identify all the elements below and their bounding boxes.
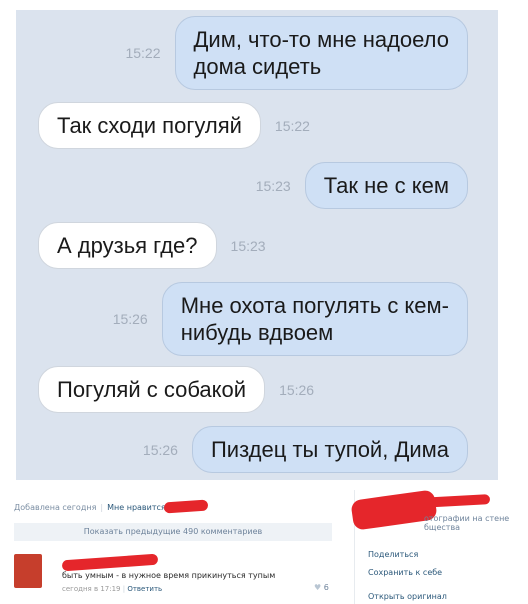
message-bubble: Пиздец ты тупой, Дима bbox=[191, 426, 468, 473]
message-bubble: Дим, что-то мне надоело дома сидеть bbox=[174, 16, 468, 90]
comment-likes[interactable]: ♥ 6 bbox=[314, 583, 329, 592]
added-date: Добавлена сегодня bbox=[14, 503, 97, 512]
message-time: 15:26 bbox=[142, 441, 178, 458]
message-time: 15:22 bbox=[125, 45, 161, 61]
heart-icon: ♥ bbox=[314, 583, 322, 592]
message-text-line: Дим, что-то мне надоело bbox=[193, 27, 449, 52]
redaction-scribble bbox=[61, 553, 159, 572]
message-outgoing: 15:23 Так не с кем bbox=[256, 162, 468, 209]
message-text-line: Мне охота погулять с кем- bbox=[180, 293, 449, 318]
message-time: 15:26 bbox=[112, 311, 148, 327]
post-footer: Добавлена сегодня | Мне нравится Показать … bbox=[0, 482, 528, 604]
likes-count: 6 bbox=[323, 583, 329, 592]
message-time: 15:23 bbox=[230, 237, 266, 254]
avatar[interactable] bbox=[14, 554, 42, 588]
message-outgoing: 15:26 Мне охота погулять с кем- нибудь в… bbox=[113, 282, 468, 356]
message-text: Погуляй с собакой bbox=[57, 377, 247, 402]
chat-screenshot: 15:22 Дим, что-то мне надоело дома сидет… bbox=[16, 10, 498, 480]
message-text-line: дома сидеть bbox=[193, 54, 322, 79]
message-text: Пиздец ты тупой, Дима bbox=[210, 437, 449, 462]
message-bubble: Мне охота погулять с кем- нибудь вдвоем bbox=[161, 282, 468, 356]
message-incoming: А друзья где? 15:23 bbox=[38, 222, 266, 269]
comment-text: быть умным - в нужное время прикинуться … bbox=[62, 571, 276, 580]
comment-meta: сегодня в 17:19 | Ответить bbox=[62, 585, 163, 593]
photo-source-line: отографии на стене bbox=[424, 514, 510, 523]
photo-source-line: бщества bbox=[424, 523, 461, 532]
message-text: А друзья где? bbox=[57, 233, 198, 258]
reply-link[interactable]: Ответить bbox=[127, 585, 162, 593]
message-outgoing: 15:22 Дим, что-то мне надоело дома сидет… bbox=[125, 16, 468, 90]
message-time: 15:22 bbox=[274, 117, 310, 134]
message-bubble: А друзья где? bbox=[38, 222, 217, 269]
message-outgoing: 15:26 Пиздец ты тупой, Дима bbox=[143, 426, 468, 473]
open-original-link[interactable]: Открыть оригинал bbox=[368, 592, 447, 601]
message-incoming: Так сходи погуляй 15:22 bbox=[38, 102, 310, 149]
message-time: 15:26 bbox=[279, 381, 315, 398]
message-bubble: Погуляй с собакой bbox=[38, 366, 266, 413]
post-meta: Добавлена сегодня | Мне нравится bbox=[14, 503, 166, 512]
message-bubble: Так не с кем bbox=[304, 162, 468, 209]
share-link[interactable]: Поделиться bbox=[368, 550, 418, 559]
photo-source: отографии на стене бщества bbox=[424, 514, 509, 532]
message-text: Так сходи погуляй bbox=[57, 113, 242, 138]
message-text-line: нибудь вдвоем bbox=[180, 320, 334, 345]
comment-time: сегодня в 17:19 bbox=[62, 585, 121, 593]
save-link[interactable]: Сохранить к себе bbox=[368, 568, 442, 577]
message-incoming: Погуляй с собакой 15:26 bbox=[38, 366, 314, 413]
message-bubble: Так сходи погуляй bbox=[38, 102, 261, 149]
show-more-comments-button[interactable]: Показать предыдущие 490 комментариев bbox=[14, 523, 332, 541]
redaction-scribble bbox=[163, 499, 209, 514]
like-link[interactable]: Мне нравится bbox=[107, 503, 166, 512]
message-text: Так не с кем bbox=[323, 173, 449, 198]
message-time: 15:23 bbox=[255, 177, 291, 194]
